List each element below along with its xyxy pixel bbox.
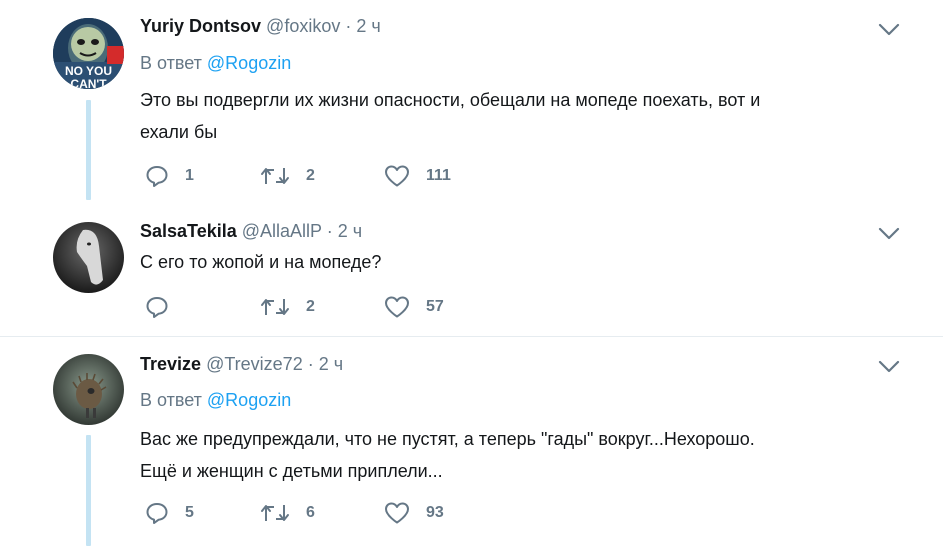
- reply-prefix: В ответ: [140, 53, 202, 73]
- tweet-text-line: Ещё и женщин с детьми приплели...: [140, 461, 443, 481]
- retweet-icon: [261, 505, 289, 521]
- retweet-count: 2: [306, 167, 315, 184]
- timestamp[interactable]: 2 ч: [338, 221, 362, 241]
- chevron-down-icon[interactable]: [878, 227, 900, 241]
- like-count: 111: [426, 167, 451, 184]
- retweet-button[interactable]: 6: [260, 499, 315, 527]
- like-icon: [385, 502, 409, 524]
- tweet-text: Это вы подвергли их жизни опасности, обе…: [140, 84, 880, 148]
- reply-context: В ответ @Rogozin: [140, 390, 291, 411]
- reply-button[interactable]: 1: [145, 162, 194, 190]
- tweet-text-line: С его то жопой и на мопеде?: [140, 252, 382, 272]
- like-icon: [385, 165, 409, 187]
- reply-icon: [146, 503, 168, 524]
- tweet-text: Вас же предупреждали, что не пустят, а т…: [140, 423, 880, 487]
- separator-dot: ·: [345, 16, 352, 36]
- reply-icon: [146, 166, 168, 187]
- tweet-header: SalsaTekila @AllaAllP · 2 ч: [140, 221, 362, 242]
- author-handle[interactable]: @Trevize72: [206, 354, 303, 374]
- reply-button[interactable]: [145, 293, 185, 321]
- tweet-3[interactable]: Trevize @Trevize72 · 2 ч В ответ @Rogozi…: [0, 337, 943, 546]
- retweet-count: 2: [306, 298, 315, 315]
- author-name[interactable]: SalsaTekila: [140, 221, 237, 241]
- avatar[interactable]: [53, 222, 124, 293]
- reply-count: 1: [185, 167, 194, 184]
- chevron-down-icon[interactable]: [878, 360, 900, 374]
- thread-line: [86, 435, 91, 546]
- author-handle[interactable]: @AllaAllP: [242, 221, 322, 241]
- avatar-caption: NO YOU CAN'T: [64, 64, 113, 90]
- reply-mention-link[interactable]: @Rogozin: [207, 53, 291, 73]
- tweet-header: Yuriy Dontsov @foxikov · 2 ч: [140, 16, 381, 37]
- reply-icon: [146, 297, 168, 318]
- like-button[interactable]: 111: [384, 162, 451, 190]
- timestamp[interactable]: 2 ч: [356, 16, 380, 36]
- retweet-button[interactable]: 2: [260, 293, 315, 321]
- like-button[interactable]: 93: [384, 499, 444, 527]
- reply-prefix: В ответ: [140, 390, 202, 410]
- tweet-text-line: ехали бы: [140, 122, 218, 142]
- separator-dot: ·: [307, 354, 314, 374]
- like-count: 57: [426, 298, 444, 315]
- reply-button[interactable]: 5: [145, 499, 194, 527]
- tweet-1[interactable]: NO YOU CAN'T Yuriy Dontsov @foxikov · 2 …: [0, 0, 943, 200]
- tweet-header: Trevize @Trevize72 · 2 ч: [140, 354, 343, 375]
- author-handle[interactable]: @foxikov: [266, 16, 340, 36]
- timestamp[interactable]: 2 ч: [319, 354, 343, 374]
- separator-dot: ·: [326, 221, 333, 241]
- retweet-icon: [261, 168, 289, 184]
- tweet-text-line: Это вы подвергли их жизни опасности, обе…: [140, 90, 761, 110]
- author-name[interactable]: Yuriy Dontsov: [140, 16, 261, 36]
- avatar[interactable]: NO YOU CAN'T: [53, 18, 124, 89]
- reply-count: 5: [185, 504, 194, 521]
- chevron-down-icon[interactable]: [878, 23, 900, 37]
- like-count: 93: [426, 504, 444, 521]
- avatar[interactable]: [53, 354, 124, 425]
- like-icon: [385, 296, 409, 318]
- tweet-2[interactable]: SalsaTekila @AllaAllP · 2 ч С его то жоп…: [0, 200, 943, 336]
- retweet-button[interactable]: 2: [260, 162, 315, 190]
- tweet-text-line: Вас же предупреждали, что не пустят, а т…: [140, 429, 755, 449]
- author-name[interactable]: Trevize: [140, 354, 201, 374]
- retweet-count: 6: [306, 504, 315, 521]
- reply-mention-link[interactable]: @Rogozin: [207, 390, 291, 410]
- thread-line: [86, 100, 91, 200]
- like-button[interactable]: 57: [384, 293, 444, 321]
- retweet-icon: [261, 299, 289, 315]
- reply-context: В ответ @Rogozin: [140, 53, 291, 74]
- tweet-text: С его то жопой и на мопеде?: [140, 246, 880, 278]
